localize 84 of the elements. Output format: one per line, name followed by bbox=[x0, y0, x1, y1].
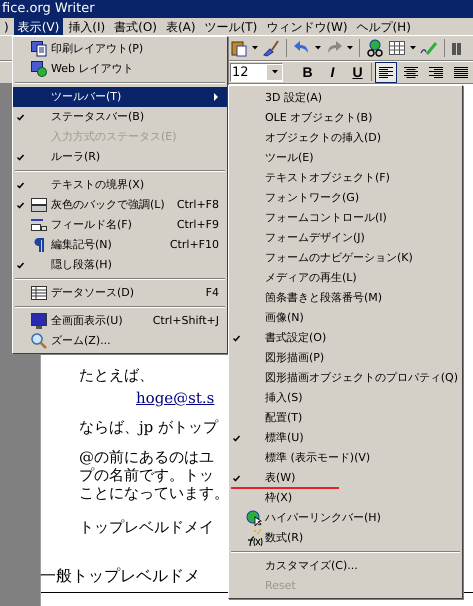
caret-icon bbox=[214, 93, 219, 101]
menu-bar-item[interactable]: 書式(O) bbox=[110, 18, 161, 36]
paste-icon[interactable] bbox=[230, 39, 248, 58]
globe-cursor-icon bbox=[246, 510, 262, 526]
menu-item[interactable]: 灰色のバックで強調(L) Ctrl+F8 bbox=[13, 195, 227, 215]
menu-item[interactable]: 数式(R) bbox=[229, 528, 462, 548]
menu-item[interactable]: 編集記号(N) Ctrl+F10 bbox=[13, 235, 227, 255]
menu-item[interactable]: 挿入(S) bbox=[229, 388, 462, 408]
menu-item[interactable]: OLE オブジェクト(B) bbox=[229, 108, 462, 128]
menu-item[interactable]: ハイパーリンクバー(H) bbox=[229, 508, 462, 528]
menu-item[interactable]: 画像(N) bbox=[229, 308, 462, 328]
menu-bar-item[interactable]: ツール(T) bbox=[200, 18, 262, 36]
menu-item[interactable]: ズーム(Z)... bbox=[13, 331, 227, 351]
menu-bar-item[interactable]: ウィンドウ(W) bbox=[262, 18, 352, 36]
menu-item[interactable]: ツール(E) bbox=[229, 148, 462, 168]
paragraph-line: @の前にあるのはユ bbox=[79, 448, 214, 466]
menu-item[interactable]: ルーラ(R) bbox=[13, 147, 227, 167]
align-icon bbox=[379, 66, 393, 78]
paragraph-line: ならば、jp がトップ bbox=[79, 418, 218, 436]
menu-item[interactable]: ステータスバー(B) bbox=[13, 107, 227, 127]
menu-item[interactable]: 隠し段落(H) bbox=[13, 255, 227, 275]
menu-item[interactable]: フォントワーク(G) bbox=[229, 188, 462, 208]
zoom-icon bbox=[31, 333, 47, 349]
menu-item[interactable]: フィールド名(F) Ctrl+F9 bbox=[13, 215, 227, 235]
menu-bar-item[interactable]: 表示(V) bbox=[14, 18, 64, 36]
menu-item[interactable]: 標準 (表示モード)(V) bbox=[229, 448, 462, 468]
field-name-icon bbox=[31, 219, 47, 231]
caret-icon bbox=[252, 46, 258, 50]
menu-bar-item[interactable]: 挿入(I) bbox=[64, 18, 110, 36]
paragraph-line: ことになっています。 bbox=[79, 484, 229, 502]
menu-item[interactable]: カスタマイズ(C)... bbox=[229, 556, 462, 576]
web-layout-icon bbox=[31, 61, 47, 77]
menu-item[interactable]: 図形描画オブジェクトのプロパティ(Q) bbox=[229, 368, 462, 388]
menu-item[interactable]: データソース(D) F4 bbox=[13, 283, 227, 303]
menu-bar-item[interactable]: ヘルプ(H) bbox=[352, 18, 415, 36]
navigator-icon[interactable] bbox=[366, 39, 384, 58]
menu-item[interactable]: テキストの境界(X) bbox=[13, 175, 227, 195]
menu-item[interactable]: 書式設定(O) bbox=[229, 328, 462, 348]
page-layout-icon bbox=[31, 41, 47, 57]
draw-icon[interactable] bbox=[420, 39, 438, 58]
caret-icon bbox=[347, 46, 353, 50]
data-table-icon bbox=[31, 286, 47, 300]
align-icon bbox=[454, 66, 468, 78]
menu-item[interactable]: メディアの再生(L) bbox=[229, 268, 462, 288]
paragraph-line: トップレベルドメイ bbox=[79, 518, 214, 536]
menu-item[interactable]: フォームのナビゲーション(K) bbox=[229, 248, 462, 268]
heading: 一般トップレベルドメ bbox=[40, 566, 200, 586]
format-button[interactable]: B bbox=[297, 62, 318, 82]
menu-item[interactable]: 3D 設定(A) bbox=[229, 88, 462, 108]
align-button[interactable] bbox=[375, 62, 397, 83]
brush-icon[interactable] bbox=[262, 39, 280, 58]
menu-item[interactable]: Web レイアウト bbox=[13, 59, 227, 79]
menu-item[interactable]: 箇条書きと段落番号(M) bbox=[229, 288, 462, 308]
formula-icon bbox=[245, 529, 263, 547]
menu-item[interactable]: テキストオブジェクト(F) bbox=[229, 168, 462, 188]
align-icon bbox=[429, 66, 443, 78]
format-button[interactable]: I bbox=[322, 62, 343, 82]
caret-icon bbox=[272, 70, 278, 74]
format-button[interactable]: U bbox=[347, 62, 368, 82]
menu-item[interactable]: フォームデザイン(J) bbox=[229, 228, 462, 248]
menu-item[interactable]: オブジェクトの挿入(D) bbox=[229, 128, 462, 148]
menu-item[interactable]: 配置(T) bbox=[229, 408, 462, 428]
menu-item[interactable]: 標準(U) bbox=[229, 428, 462, 448]
menu-item[interactable]: 全画面表示(U) Ctrl+Shift+J bbox=[13, 311, 227, 331]
monitor-icon bbox=[31, 313, 47, 329]
caret-icon bbox=[410, 46, 416, 50]
email-link[interactable]: hoge@st.s bbox=[136, 389, 214, 407]
menu-item[interactable]: フォームコントロール(I) bbox=[229, 208, 462, 228]
paragraph-line: プの名前です。トッ bbox=[79, 466, 214, 484]
menu-item[interactable]: 枠(X) bbox=[229, 488, 462, 508]
menu-item[interactable]: 表(W) bbox=[229, 468, 462, 488]
paragraph-line: たとえば、 bbox=[79, 366, 154, 384]
pilcrow-icon bbox=[33, 237, 45, 253]
menu-bar-item[interactable]: ) bbox=[0, 18, 13, 36]
menu-bar-item[interactable]: 表(A) bbox=[162, 18, 200, 36]
submenu-item[interactable]: ツールバー(T) bbox=[13, 87, 227, 107]
table-icon[interactable] bbox=[388, 39, 406, 58]
align-icon bbox=[404, 66, 418, 78]
font-size-field[interactable]: 12 bbox=[230, 62, 283, 82]
menu-item[interactable]: 印刷レイアウト(P) bbox=[13, 39, 227, 59]
caret-icon bbox=[315, 46, 321, 50]
field-shading-icon bbox=[31, 198, 47, 212]
window-title: fice.org Writer bbox=[2, 0, 95, 18]
menu-item[interactable]: 図形描画(P) bbox=[229, 348, 462, 368]
